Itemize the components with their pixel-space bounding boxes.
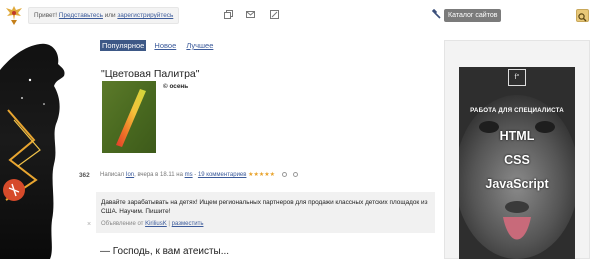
author-link[interactable]: Ion xyxy=(126,172,134,178)
edit-icon[interactable] xyxy=(270,10,279,19)
search-icon xyxy=(578,13,587,22)
place-ad-link[interactable]: разместить xyxy=(172,221,204,227)
search-button[interactable] xyxy=(576,9,589,22)
banner-line-html: HTML xyxy=(499,129,535,143)
tab-popular[interactable]: Популярное xyxy=(100,40,147,51)
next-post-title[interactable]: — Господь, к вам атеисты... xyxy=(100,246,229,257)
post-rating: 362 xyxy=(79,172,90,179)
banner-subtitle: РАБОТА ДЛЯ СПЕЦИАЛИСТА xyxy=(470,107,564,114)
greeting-bar: Привет! Представьтесь или зарегистрируйт… xyxy=(28,7,180,24)
banner-line-javascript: JavaScript xyxy=(485,177,549,191)
feed-tabs: Популярное Новое Лучшее xyxy=(100,40,219,51)
catalog-button[interactable]: Каталог сайтов xyxy=(444,9,502,22)
greeting-text: Привет! xyxy=(34,12,58,19)
meta-time: , вчера в 18.11 на xyxy=(134,172,183,178)
register-link[interactable]: зарегистрируйтесь xyxy=(117,12,173,19)
comments-link[interactable]: 19 комментариев xyxy=(198,172,247,178)
post-title[interactable]: "Цветовая Палитра" xyxy=(101,68,199,80)
vote-down-icon[interactable] xyxy=(293,171,299,177)
wrench-icon[interactable] xyxy=(432,9,442,19)
meta-prefix: Написал xyxy=(100,172,125,178)
post-meta: Написал Ion, вчера в 18.11 на ms - 19 ко… xyxy=(100,171,299,178)
top-bar: Привет! Представьтесь или зарегистрируйт… xyxy=(0,0,600,32)
mail-icon[interactable] xyxy=(246,10,255,19)
ad-block: Давайте зарабатывать на детях! Ищем реги… xyxy=(96,192,435,233)
tab-best[interactable]: Лучшее xyxy=(184,40,215,51)
advertiser-link[interactable]: KiriliusK xyxy=(145,221,167,227)
ad-text[interactable]: Давайте зарабатывать на детях! Ищем реги… xyxy=(101,198,431,216)
sidebar-banner[interactable]: f° РАБОТА ДЛЯ СПЕЦИАЛИСТА HTML CSS JavaS… xyxy=(459,67,575,259)
banner-logo: f° xyxy=(508,69,526,86)
rating-stars: ★★★★★ xyxy=(248,172,276,178)
decorative-silhouette-image xyxy=(0,43,65,259)
ad-close-icon[interactable]: × xyxy=(87,221,91,228)
login-link[interactable]: Представьтесь xyxy=(59,12,103,19)
post-image[interactable] xyxy=(102,81,156,153)
ad-foot-prefix: Объявление от xyxy=(101,221,144,227)
site-link[interactable]: ms xyxy=(185,172,193,178)
tab-new[interactable]: Новое xyxy=(152,40,178,51)
ad-footer: Объявление от KiriliusK | разместить xyxy=(101,221,203,227)
site-logo-icon[interactable] xyxy=(4,4,24,26)
banner-line-css: CSS xyxy=(504,153,530,167)
vote-up-icon[interactable] xyxy=(281,171,287,177)
image-caption: © осень xyxy=(163,83,189,90)
or-text: или xyxy=(104,12,116,19)
copy-icon[interactable] xyxy=(224,10,233,19)
